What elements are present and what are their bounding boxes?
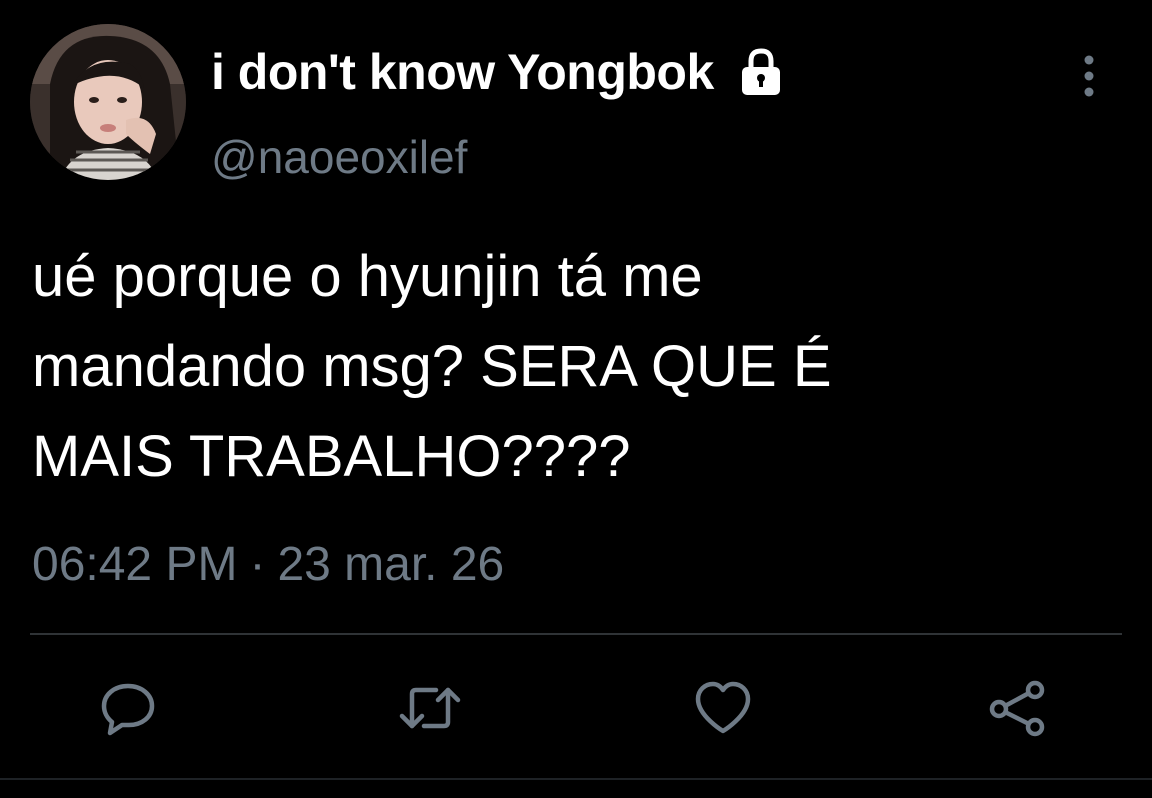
retweet-icon — [396, 678, 464, 743]
lock-icon — [738, 46, 784, 98]
meta-separator: · — [249, 538, 266, 591]
reply-icon — [98, 678, 158, 743]
action-bar — [0, 670, 1152, 750]
display-name[interactable]: i don't know Yongbok — [211, 43, 714, 101]
like-button[interactable] — [683, 670, 763, 750]
tweet-timestamp[interactable]: 06:42 PM · 23 mar. 26 — [32, 537, 504, 592]
avatar[interactable] — [30, 24, 186, 180]
more-vertical-icon[interactable] — [1070, 54, 1108, 98]
display-name-row: i don't know Yongbok — [211, 40, 784, 104]
bottom-divider — [0, 778, 1152, 780]
tweet-text: ué porque o hyunjin tá me mandando msg? … — [32, 244, 832, 489]
retweet-button[interactable] — [390, 670, 470, 750]
reply-button[interactable] — [88, 670, 168, 750]
avatar-photo — [30, 24, 186, 180]
divider — [30, 633, 1122, 635]
share-button[interactable] — [977, 670, 1057, 750]
share-icon — [986, 678, 1048, 743]
user-handle[interactable]: @naoeoxilef — [211, 130, 467, 184]
like-icon — [692, 679, 754, 742]
tweet-date: 23 mar. 26 — [277, 538, 505, 591]
tweet-detail: i don't know Yongbok @naoeoxilef ué porq… — [0, 0, 1152, 798]
tweet-time: 06:42 PM — [32, 538, 238, 591]
